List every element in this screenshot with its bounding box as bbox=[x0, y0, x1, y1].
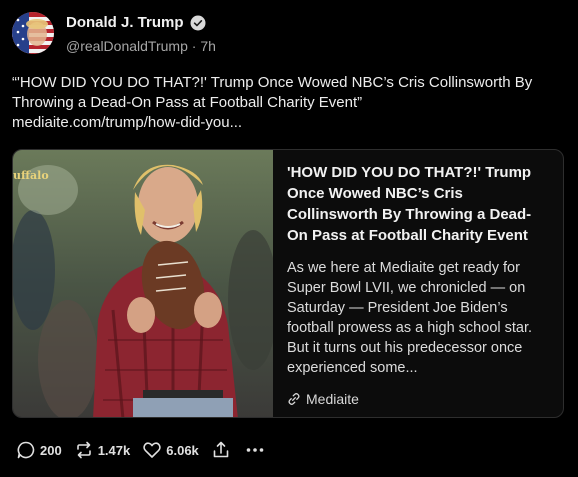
card-body: 'HOW DID YOU DO THAT?!' Trump Once Wowed… bbox=[287, 162, 551, 407]
author-display-name[interactable]: Donald J. Trump bbox=[66, 14, 206, 31]
author-avatar[interactable] bbox=[12, 12, 54, 54]
post-link[interactable]: mediaite.com/trump/how-did-you... bbox=[12, 114, 242, 131]
image-caption: uffalo bbox=[13, 169, 49, 182]
author-meta: @realDonaldTrump · 7h bbox=[66, 38, 216, 54]
verified-badge-icon bbox=[190, 15, 206, 30]
card-photo bbox=[13, 150, 273, 417]
share-icon bbox=[213, 441, 229, 458]
card-title[interactable]: 'HOW DID YOU DO THAT?!' Trump Once Wowed… bbox=[287, 162, 551, 246]
post-timestamp[interactable]: 7h bbox=[200, 38, 216, 54]
author-handle[interactable]: @realDonaldTrump bbox=[66, 38, 188, 54]
more-button[interactable] bbox=[245, 440, 265, 460]
meta-separator: · bbox=[191, 38, 197, 54]
link-icon bbox=[288, 393, 300, 405]
card-source[interactable]: Mediaite bbox=[287, 391, 551, 407]
like-button[interactable]: 6.06k bbox=[142, 440, 199, 460]
card-source-label: Mediaite bbox=[306, 391, 359, 407]
repost-count: 1.47k bbox=[97, 442, 131, 458]
reply-button[interactable]: 200 bbox=[16, 440, 62, 460]
like-count: 6.06k bbox=[166, 442, 199, 458]
reply-icon bbox=[17, 441, 35, 459]
repost-button[interactable]: 1.47k bbox=[74, 440, 131, 460]
post-body-text: “'HOW DID YOU DO THAT?!' Trump Once Wowe… bbox=[12, 74, 533, 111]
post-actions: 200 1.47k 6.06k bbox=[16, 438, 279, 462]
repost-icon bbox=[76, 441, 91, 459]
share-button[interactable] bbox=[211, 440, 231, 460]
more-icon bbox=[246, 448, 264, 452]
post: Donald J. Trump @realDonaldTrump · 7h “'… bbox=[0, 0, 578, 477]
link-preview-card[interactable]: uffalo 'HOW DID YOU DO THAT?!' Trump Onc… bbox=[12, 149, 564, 418]
author-name-text: Donald J. Trump bbox=[66, 14, 184, 31]
reply-count: 200 bbox=[40, 442, 62, 458]
flag-portrait-avatar-icon bbox=[12, 12, 54, 54]
card-description: As we here at Mediaite get ready for Sup… bbox=[287, 260, 533, 376]
heart-icon bbox=[143, 442, 161, 458]
card-image[interactable]: uffalo bbox=[13, 150, 273, 417]
